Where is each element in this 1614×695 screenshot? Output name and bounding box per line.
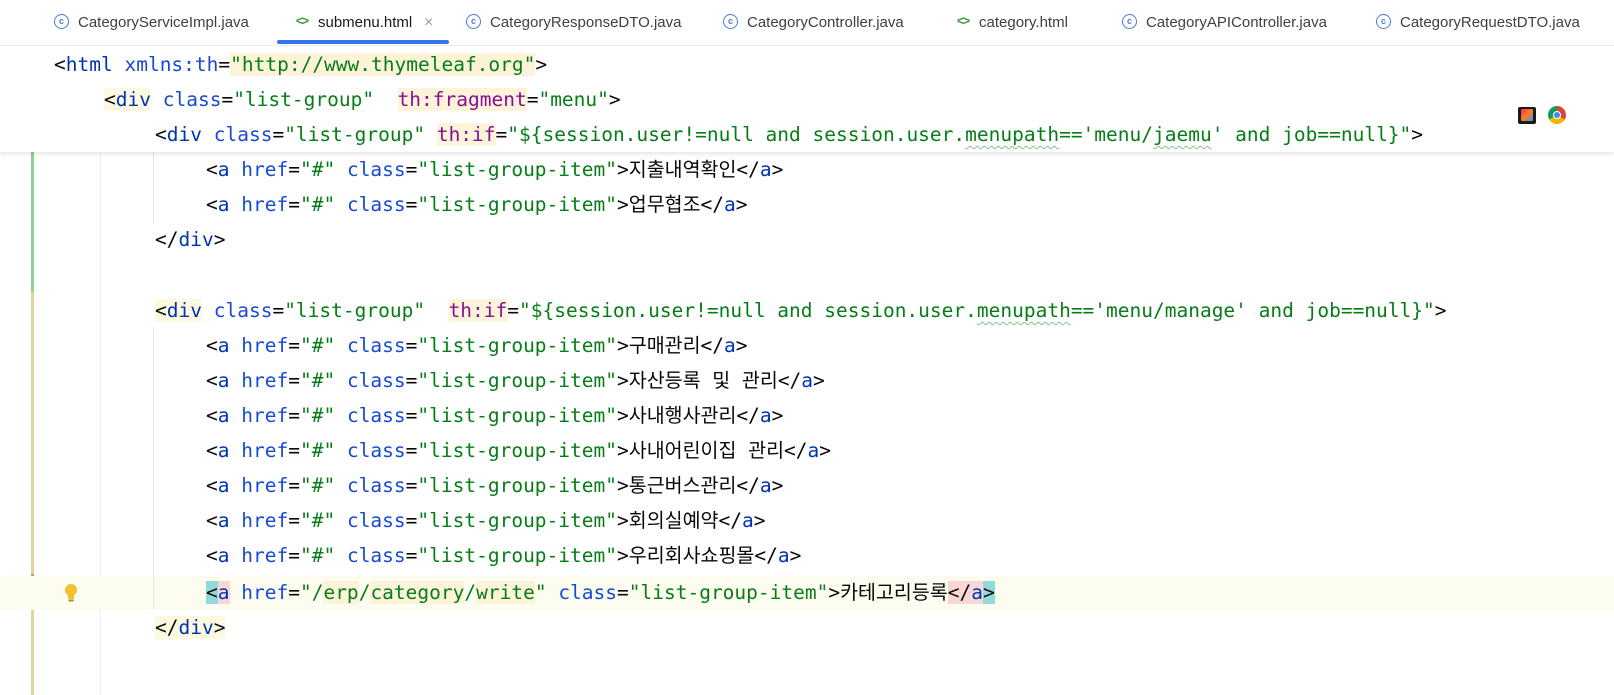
html-file-icon: <> <box>295 13 309 28</box>
tab-label: CategoryRequestDTO.java <box>1400 14 1580 31</box>
tab-label: CategoryAPIController.java <box>1146 14 1327 31</box>
tab-label: CategoryController.java <box>747 14 904 31</box>
sticky-lines-header: <html xmlns:th="http://www.thymeleaf.org… <box>0 46 1614 152</box>
gutter-divider <box>100 152 101 695</box>
code-line-3[interactable]: <div class="list-group" th:if="${session… <box>155 118 1423 152</box>
editor-tab-bar: c CategoryServiceImpl.java <> submenu.html ×… <box>0 0 1614 46</box>
indent-guide <box>153 152 154 224</box>
code-line-15[interactable]: <a href="#" class="list-group-item">우리회사… <box>206 539 801 573</box>
code-line-17[interactable]: </div> <box>155 611 226 645</box>
lightbulb-icon[interactable] <box>62 582 80 604</box>
code-line-2[interactable]: <div class="list-group" th:fragment="men… <box>104 83 621 117</box>
code-line-9[interactable]: <a href="#" class="list-group-item">구매관리… <box>206 329 748 363</box>
tab-label: submenu.html <box>318 14 413 31</box>
code-line-5[interactable]: <a href="#" class="list-group-item">업무협조… <box>206 188 748 222</box>
java-class-icon: c <box>466 14 481 29</box>
chrome-preview-icon[interactable] <box>1548 106 1566 124</box>
tab-label: CategoryServiceImpl.java <box>78 14 249 31</box>
code-line-11[interactable]: <a href="#" class="list-group-item">사내행사… <box>206 399 783 433</box>
vcs-modified-marker[interactable] <box>31 292 34 574</box>
java-class-icon: c <box>723 14 738 29</box>
vcs-modified-marker-2[interactable] <box>31 608 34 695</box>
code-line-14[interactable]: <a href="#" class="list-group-item">회의실예… <box>206 504 765 538</box>
code-line-12[interactable]: <a href="#" class="list-group-item">사내어린… <box>206 434 831 468</box>
code-line-10[interactable]: <a href="#" class="list-group-item">자산등록… <box>206 364 825 398</box>
code-line-16[interactable]: <a href="/erp/category/write" class="lis… <box>206 576 995 610</box>
java-class-icon: c <box>1122 14 1137 29</box>
tab-label: category.html <box>979 14 1068 31</box>
intellij-preview-icon[interactable] <box>1518 107 1536 124</box>
code-line-6[interactable]: </div> <box>155 223 225 257</box>
java-class-icon: c <box>54 14 69 29</box>
indent-guide <box>153 329 154 609</box>
close-tab-icon[interactable]: × <box>424 0 433 45</box>
code-line-8[interactable]: <div class="list-group" th:if="${session… <box>155 294 1447 328</box>
vcs-added-marker[interactable] <box>31 152 34 292</box>
java-class-icon: c <box>1376 14 1391 29</box>
code-line-4[interactable]: <a href="#" class="list-group-item">지출내역… <box>206 153 783 187</box>
code-editor[interactable]: <html xmlns:th="http://www.thymeleaf.org… <box>0 46 1614 695</box>
tab-label: CategoryResponseDTO.java <box>490 14 682 31</box>
code-line-1[interactable]: <html xmlns:th="http://www.thymeleaf.org… <box>54 48 547 82</box>
code-line-13[interactable]: <a href="#" class="list-group-item">통근버스… <box>206 469 783 503</box>
html-file-icon: <> <box>956 13 970 28</box>
